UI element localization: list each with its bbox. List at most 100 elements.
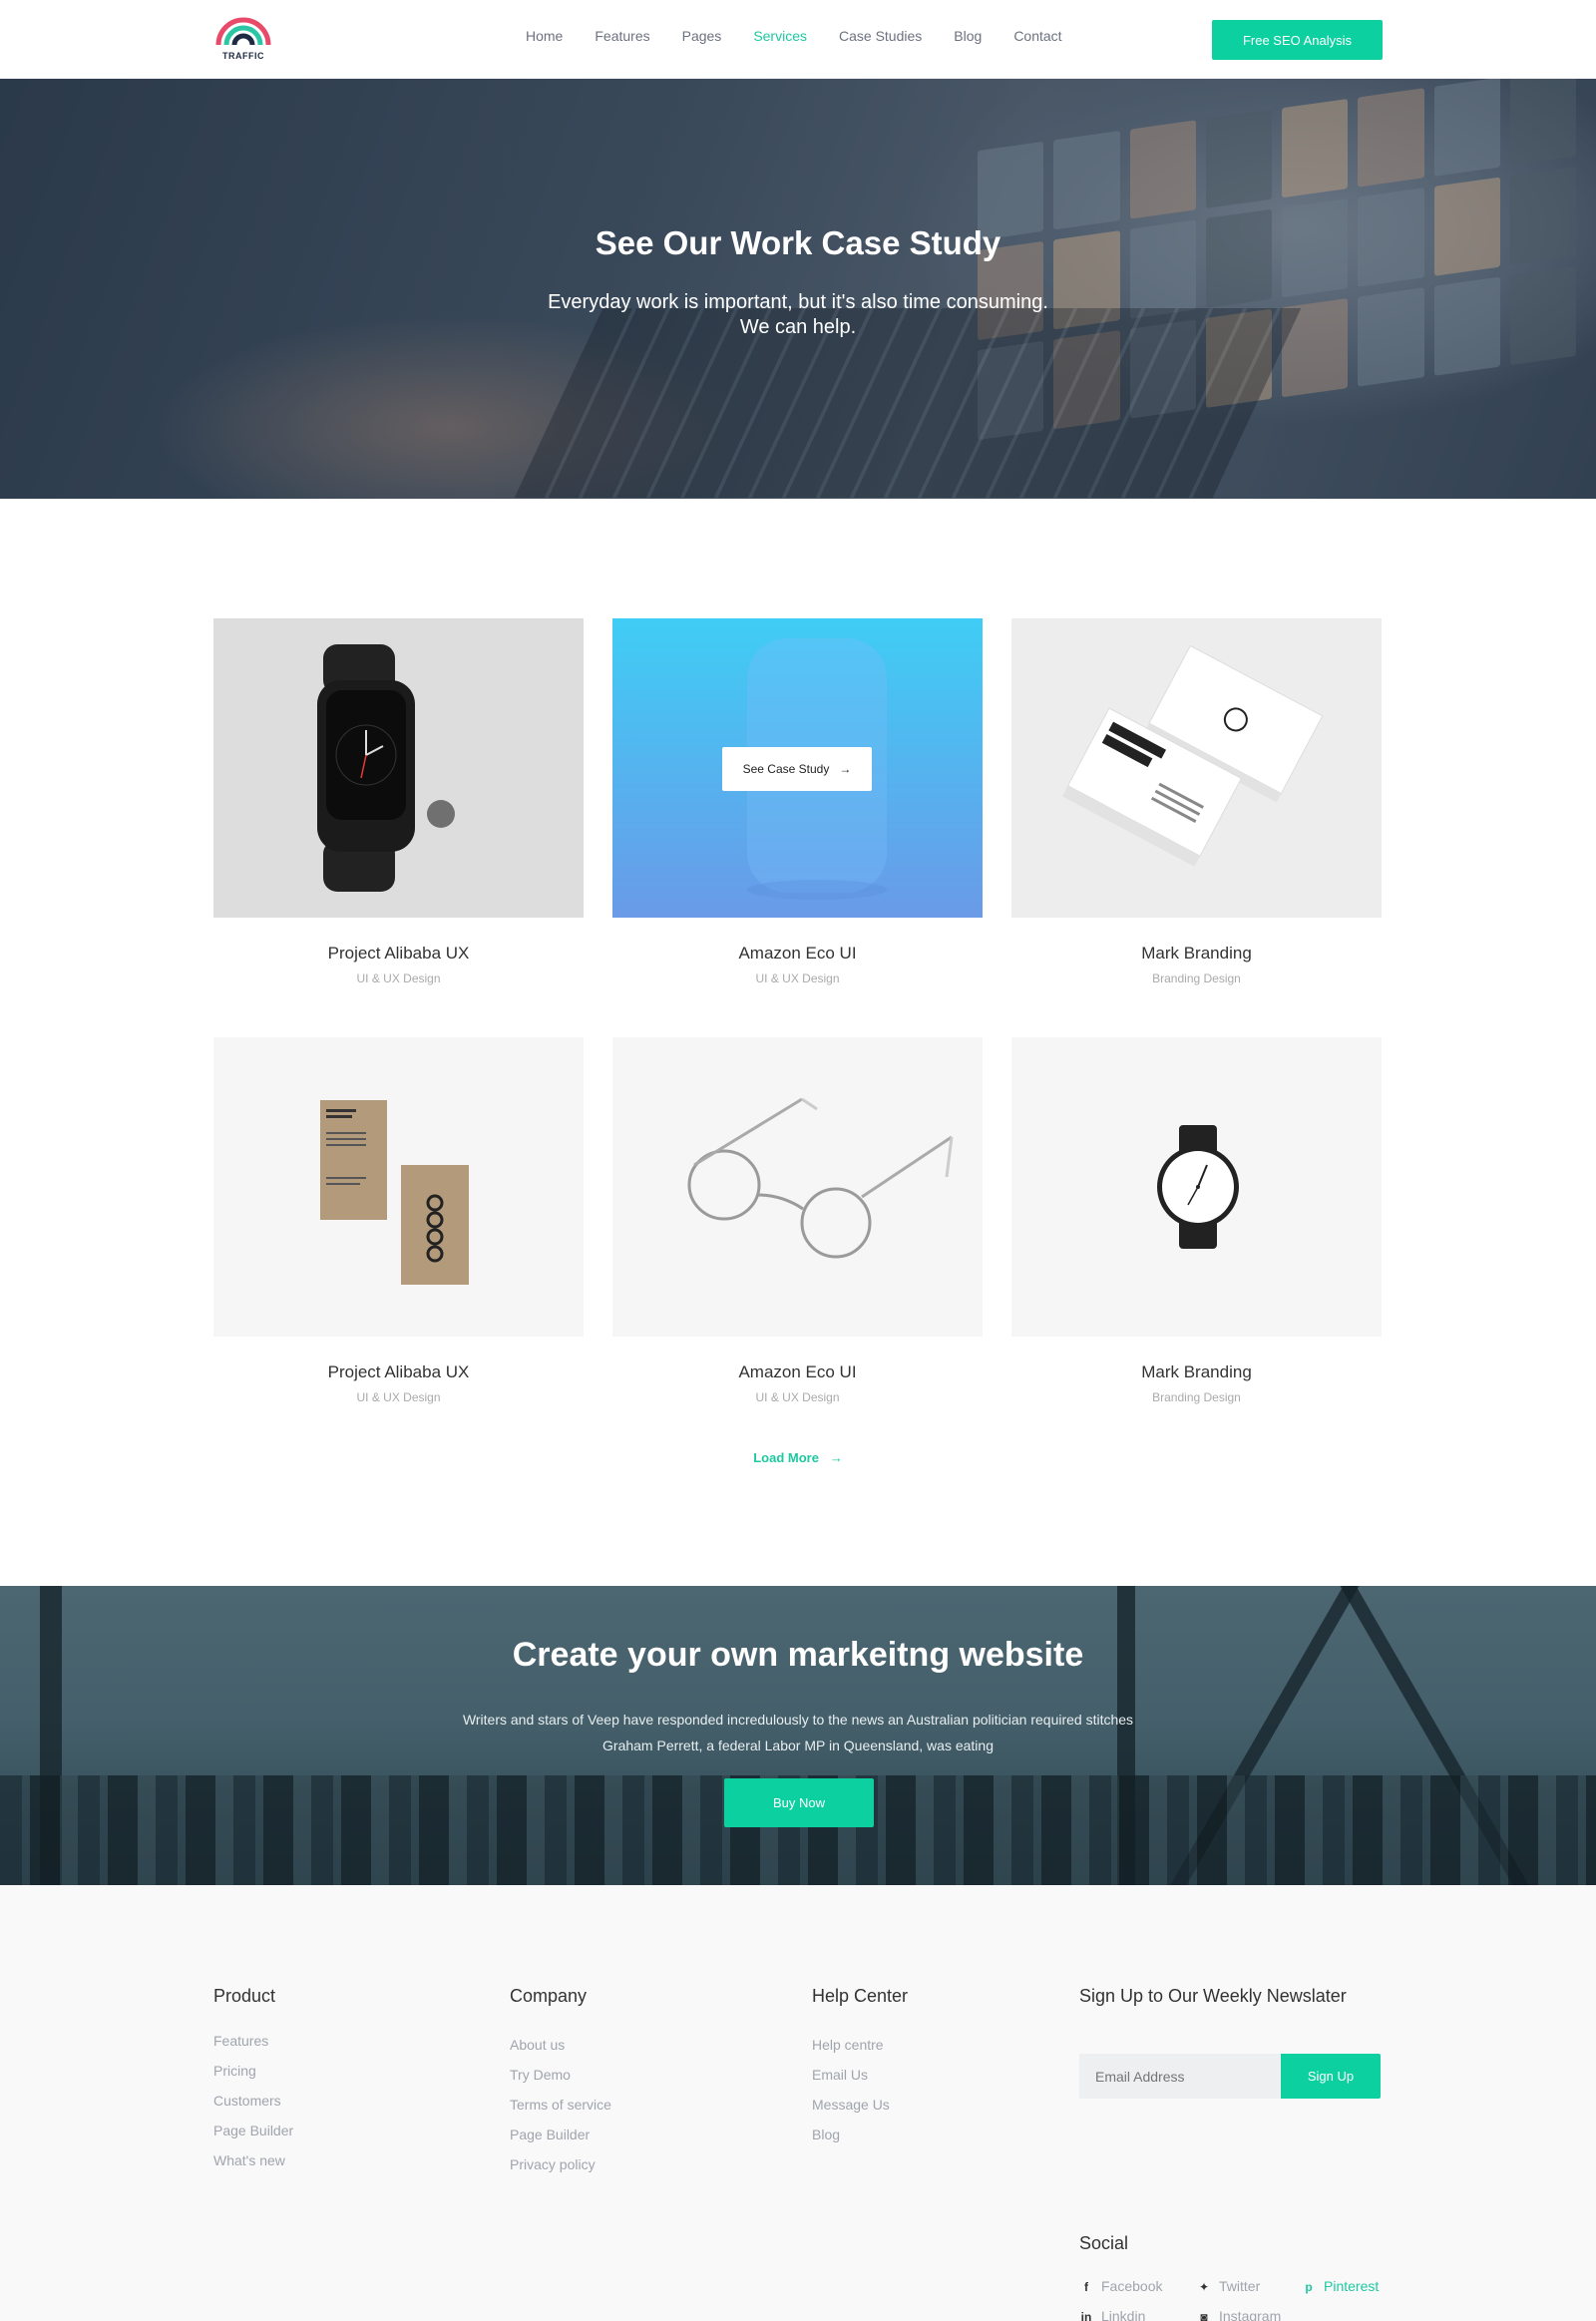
footer-help-column: Help Center Help centre Email Us Message… (812, 1986, 908, 2156)
social-link-label: Twitter (1219, 2278, 1261, 2294)
banner-text-line-1: Writers and stars of Veep have responded… (462, 1712, 1134, 1728)
load-more-link[interactable]: Load More → (0, 1450, 1596, 1465)
project-category: Branding Design (1152, 971, 1241, 985)
footer-link-message-us[interactable]: Message Us (812, 2097, 908, 2113)
project-image-business-cards[interactable] (1011, 618, 1382, 918)
social-link-pinterest[interactable]: p Pinterest (1302, 2278, 1379, 2294)
project-category: UI & UX Design (755, 1390, 840, 1404)
social-link-label: Instagram (1219, 2308, 1282, 2321)
hero-subtitle: Everyday work is important, but it's als… (0, 290, 1596, 340)
load-more-label: Load More (753, 1450, 819, 1465)
hero-subtitle-line-1: Everyday work is important, but it's als… (548, 291, 1048, 313)
footer-company-column: Company About us Try Demo Terms of servi… (510, 1986, 611, 2186)
nav-link-case-studies[interactable]: Case Studies (839, 28, 922, 44)
banner-text: Writers and stars of Veep have responded… (0, 1707, 1596, 1758)
free-seo-analysis-button[interactable]: Free SEO Analysis (1212, 20, 1383, 60)
twitter-icon: ✦ (1198, 2280, 1210, 2294)
footer-link-terms-of-service[interactable]: Terms of service (510, 2097, 611, 2113)
footer-link-help-centre[interactable]: Help centre (812, 2037, 908, 2053)
project-category: UI & UX Design (755, 971, 840, 985)
hero-subtitle-line-2: We can help. (739, 316, 857, 338)
footer-heading: Help Center (812, 1986, 909, 2006)
social-link-linkedin[interactable]: in Linkdin (1079, 2308, 1146, 2321)
social-link-facebook[interactable]: f Facebook (1079, 2278, 1162, 2294)
social-link-twitter[interactable]: ✦ Twitter (1197, 2278, 1260, 2294)
social-link-instagram[interactable]: ◙ Instagram (1197, 2308, 1281, 2321)
project-title: Amazon Eco UI (738, 1362, 857, 1381)
social-link-label: Linkdin (1101, 2308, 1146, 2321)
instagram-icon: ◙ (1200, 2310, 1208, 2321)
footer-product-column: Product Features Pricing Customers Page … (213, 1986, 293, 2182)
project-card[interactable]: Mark Branding Branding Design (1011, 618, 1382, 985)
navbar: TRAFFIC Home Features Pages Services Cas… (0, 0, 1596, 79)
newsletter-heading: Sign Up to Our Weekly Newslater (1079, 1986, 1347, 2006)
main-nav: Home Features Pages Services Case Studie… (526, 28, 1094, 44)
nav-link-blog[interactable]: Blog (954, 28, 982, 44)
cta-banner: Create your own markeitng website Writer… (0, 1586, 1596, 1885)
facebook-icon: f (1084, 2280, 1088, 2294)
wristwatch-icon (1157, 1125, 1239, 1249)
social-link-label: Facebook (1101, 2278, 1163, 2294)
project-card[interactable]: Mark Branding Branding Design (1011, 1037, 1382, 1404)
project-card[interactable]: Project Alibaba UX UI & UX Design (213, 618, 584, 985)
project-category: UI & UX Design (356, 1390, 441, 1404)
project-title: Mark Branding (1141, 944, 1252, 963)
nav-link-services[interactable]: Services (753, 28, 807, 44)
project-category: UI & UX Design (356, 971, 441, 985)
banner-text-line-2: Graham Perrett, a federal Labor MP in Qu… (602, 1738, 994, 1753)
logo-text: TRAFFIC (222, 51, 264, 61)
footer-link-whats-new[interactable]: What's new (213, 2152, 293, 2168)
project-card[interactable]: Amazon Eco UI UI & UX Design (612, 1037, 983, 1404)
project-image-kraft-cards[interactable] (213, 1037, 584, 1337)
pinterest-icon: p (1305, 2280, 1313, 2294)
project-card[interactable]: See Case Study → Amazon Eco UI UI & UX D… (612, 618, 983, 985)
linkedin-icon: in (1080, 2310, 1092, 2321)
nav-link-home[interactable]: Home (526, 28, 563, 44)
footer-link-pricing[interactable]: Pricing (213, 2063, 293, 2079)
logo-icon (215, 17, 271, 46)
project-image-smartwatch[interactable] (213, 618, 584, 918)
see-case-study-button[interactable]: See Case Study → (722, 747, 872, 791)
buy-now-button[interactable]: Buy Now (724, 1778, 874, 1827)
footer-link-try-demo[interactable]: Try Demo (510, 2067, 611, 2083)
footer-link-blog[interactable]: Blog (812, 2127, 908, 2142)
footer-link-page-builder[interactable]: Page Builder (510, 2127, 611, 2142)
arrow-right-icon: → (822, 1450, 843, 1465)
hero-section: See Our Work Case Study Everyday work is… (0, 79, 1596, 499)
project-image-wristwatch[interactable] (1011, 1037, 1382, 1337)
kraft-cards-icon (320, 1100, 469, 1285)
smartwatch-icon (317, 644, 455, 892)
footer-link-privacy-policy[interactable]: Privacy policy (510, 2156, 611, 2172)
nav-link-pages[interactable]: Pages (682, 28, 722, 44)
project-title: Project Alibaba UX (327, 944, 470, 963)
footer-link-features[interactable]: Features (213, 2033, 293, 2049)
eyeglasses-icon (687, 1097, 954, 1259)
nav-link-features[interactable]: Features (595, 28, 649, 44)
business-cards-icon (1061, 644, 1324, 867)
footer-newsletter-column: Sign Up to Our Weekly Newslater Sign Up … (1079, 1986, 1398, 2321)
project-category: Branding Design (1152, 1390, 1241, 1404)
footer-heading: Company (510, 1986, 588, 2006)
project-image-eyeglasses[interactable] (612, 1037, 983, 1337)
hero-title: See Our Work Case Study (595, 224, 1001, 261)
project-card[interactable]: Project Alibaba UX UI & UX Design (213, 1037, 584, 1404)
project-title: Amazon Eco UI (738, 944, 857, 963)
arrow-right-icon: → (832, 762, 852, 776)
footer-heading: Product (213, 1986, 276, 2006)
footer-link-email-us[interactable]: Email Us (812, 2067, 908, 2083)
see-case-study-label: See Case Study (742, 762, 830, 776)
social-link-label: Pinterest (1324, 2278, 1380, 2294)
email-address-input[interactable] (1079, 2054, 1281, 2099)
project-title: Mark Branding (1141, 1362, 1252, 1381)
footer-link-customers[interactable]: Customers (213, 2093, 293, 2109)
nav-link-contact[interactable]: Contact (1013, 28, 1061, 44)
banner-title: Create your own markeitng website (512, 1636, 1084, 1674)
sign-up-button[interactable]: Sign Up (1281, 2054, 1381, 2099)
logo[interactable]: TRAFFIC (212, 15, 274, 65)
project-image-smart-speaker[interactable]: See Case Study → (612, 618, 983, 918)
footer-link-page-builder[interactable]: Page Builder (213, 2123, 293, 2138)
social-heading: Social (1079, 2233, 1129, 2253)
project-title: Project Alibaba UX (327, 1362, 470, 1381)
footer-link-about-us[interactable]: About us (510, 2037, 611, 2053)
footer: Product Features Pricing Customers Page … (0, 1885, 1596, 2321)
